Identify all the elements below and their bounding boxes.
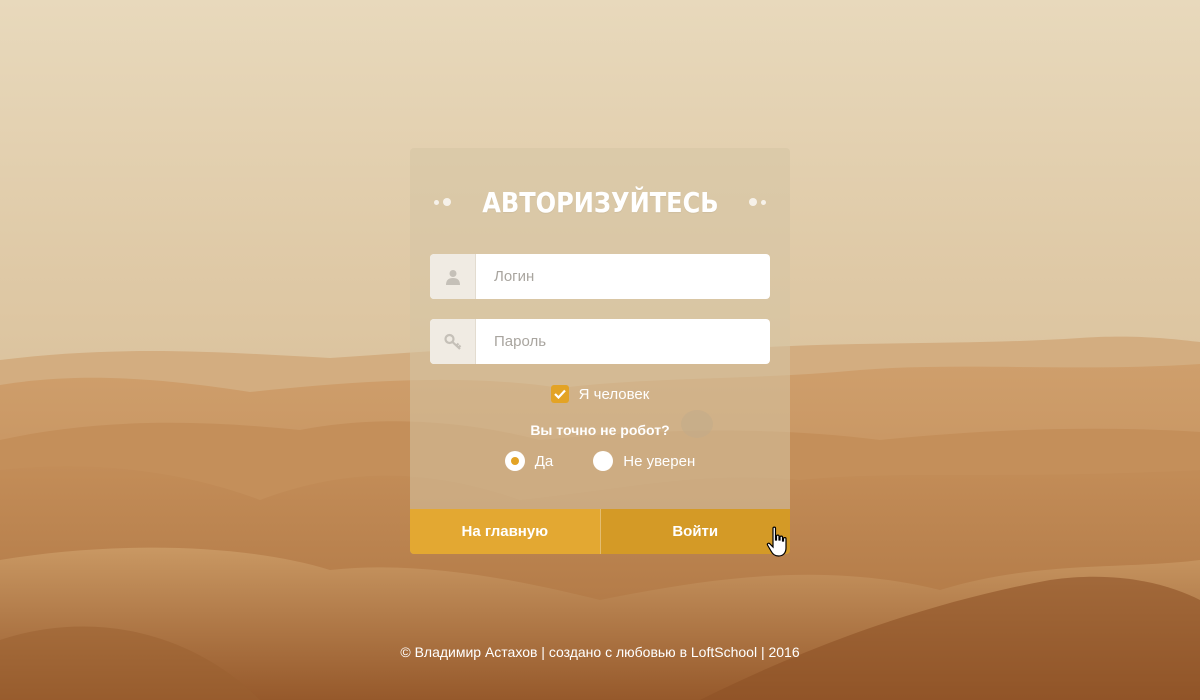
title-row: АВТОРИЗУЙТЕСЬ bbox=[0, 182, 1200, 222]
radio-group: Да Не уверен bbox=[0, 450, 1200, 472]
key-icon bbox=[430, 319, 476, 364]
password-input[interactable] bbox=[476, 319, 770, 364]
password-field bbox=[430, 319, 770, 364]
radio-yes[interactable] bbox=[504, 451, 525, 471]
radio-yes-label: Да bbox=[534, 452, 554, 470]
login-field bbox=[430, 254, 770, 299]
radio-not-sure-label: Не уверен bbox=[623, 452, 696, 470]
radio-not-sure[interactable] bbox=[593, 451, 614, 471]
background-scene: АВТОРИЗУЙТЕСЬ Я человек В bbox=[0, 0, 1200, 700]
human-checkbox[interactable] bbox=[550, 385, 569, 403]
radio-option-yes[interactable]: Да bbox=[504, 451, 554, 471]
user-icon bbox=[430, 254, 476, 299]
login-button[interactable]: Войти bbox=[599, 509, 790, 554]
title-decoration-left bbox=[433, 198, 451, 206]
robot-question: Вы точно не робот? bbox=[530, 422, 670, 438]
footer-copyright: © Владимир Астахов | создано с любовью в… bbox=[400, 644, 800, 660]
title-decoration-right bbox=[749, 198, 767, 206]
home-button[interactable]: На главную bbox=[410, 509, 600, 554]
hand-pointer-icon bbox=[766, 526, 787, 557]
login-input[interactable] bbox=[476, 254, 770, 299]
page-title: АВТОРИЗУЙТЕСЬ bbox=[481, 185, 719, 219]
human-checkbox-label: Я человек bbox=[578, 385, 650, 403]
check-icon bbox=[553, 389, 566, 399]
human-checkbox-row: Я человек bbox=[0, 383, 1200, 405]
button-row: На главную Войти bbox=[410, 509, 790, 554]
radio-option-not-sure[interactable]: Не уверен bbox=[593, 451, 695, 471]
